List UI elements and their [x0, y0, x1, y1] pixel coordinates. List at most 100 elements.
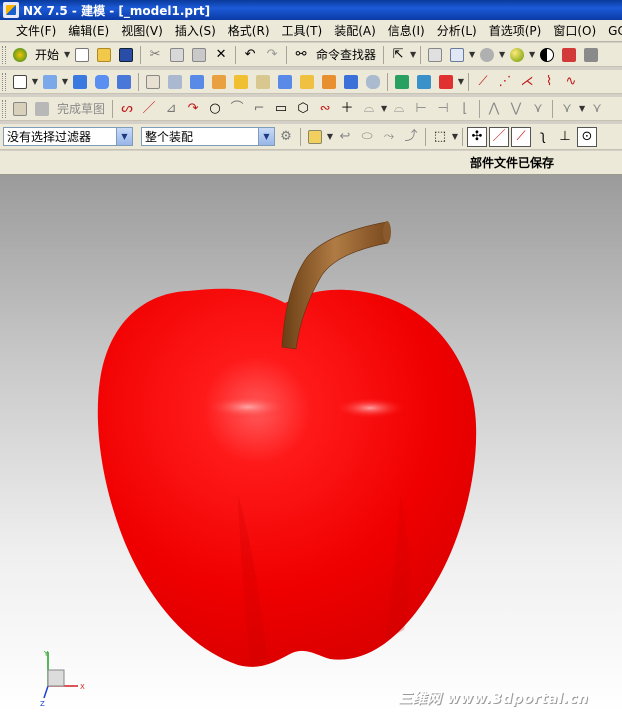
dropdown-icon[interactable]: ▼: [380, 104, 388, 113]
studio-spline-icon[interactable]: ∾: [315, 99, 335, 119]
rectangle-select-icon[interactable]: ⬚: [430, 127, 450, 147]
point-set-icon[interactable]: ⋰: [495, 72, 515, 92]
rectangle-icon[interactable]: ▭: [271, 99, 291, 119]
dropdown-icon[interactable]: ▼: [528, 50, 536, 59]
profile-icon[interactable]: ᔕ: [117, 99, 137, 119]
curve-network-icon[interactable]: ⋌: [517, 72, 537, 92]
curve-analysis-icon[interactable]: ⟋: [473, 72, 493, 92]
copy-icon[interactable]: [167, 45, 187, 65]
chevron-down-icon[interactable]: ▼: [116, 128, 132, 145]
command-finder-button[interactable]: 命令查找器: [313, 45, 379, 65]
menu-insert[interactable]: 插入(S): [169, 22, 222, 39]
delete-face-icon[interactable]: [436, 72, 456, 92]
undo-icon[interactable]: ↶: [240, 45, 260, 65]
snap-midpoint-icon[interactable]: ⟋: [511, 126, 531, 147]
gray-cube-icon[interactable]: [581, 45, 601, 65]
offset-curve-icon[interactable]: ⌓: [359, 99, 379, 119]
quick-trim-icon[interactable]: ⊢: [411, 99, 431, 119]
menu-analysis[interactable]: 分析(L): [431, 22, 483, 39]
fillet-icon[interactable]: ⌒: [227, 99, 247, 119]
dropdown-icon[interactable]: ▼: [498, 50, 506, 59]
cone-icon[interactable]: [114, 72, 134, 92]
snap-center-icon[interactable]: ⊙: [577, 126, 597, 147]
feature-rule-icon[interactable]: ⤴: [401, 127, 421, 147]
make-corner-icon[interactable]: ⌊: [455, 99, 475, 119]
curve-rule-icon[interactable]: ↩: [335, 127, 355, 147]
body-rule-icon[interactable]: ⤳: [379, 127, 399, 147]
sew-icon[interactable]: [363, 72, 383, 92]
finish-sketch-button[interactable]: 完成草图: [54, 99, 108, 119]
select-cursor-icon[interactable]: ⇱: [388, 45, 408, 65]
dropdown-icon[interactable]: ▼: [326, 132, 334, 141]
circle-icon[interactable]: ○: [205, 99, 225, 119]
dropdown-icon[interactable]: ▼: [31, 77, 39, 86]
thicken-icon[interactable]: [341, 72, 361, 92]
extrude-icon[interactable]: [40, 72, 60, 92]
pattern-icon[interactable]: [275, 72, 295, 92]
line-icon[interactable]: ／: [139, 99, 159, 119]
layer-settings-icon[interactable]: [425, 45, 445, 65]
menu-edit[interactable]: 编辑(E): [62, 22, 115, 39]
save-icon[interactable]: [116, 45, 136, 65]
arc-icon[interactable]: ⊿: [161, 99, 181, 119]
snap-endpoint-icon[interactable]: ✣: [467, 126, 487, 147]
menu-information[interactable]: 信息(I): [382, 22, 431, 39]
show-constraints-icon[interactable]: ⋎: [557, 99, 577, 119]
boolean-icon[interactable]: [143, 72, 163, 92]
assembly-filter-icon[interactable]: ⚙: [276, 127, 296, 147]
dropdown-icon[interactable]: ▼: [468, 50, 476, 59]
auto-constraint-icon[interactable]: ⋎: [528, 99, 548, 119]
snap-line-icon[interactable]: ／: [489, 126, 509, 147]
quick-extend-icon[interactable]: ⊣: [433, 99, 453, 119]
menu-format[interactable]: 格式(R): [222, 22, 276, 39]
chamfer-icon[interactable]: [187, 72, 207, 92]
menu-tools[interactable]: 工具(T): [276, 22, 329, 39]
new-sketch-icon[interactable]: [10, 72, 30, 92]
redo-icon[interactable]: ↷: [262, 45, 282, 65]
dropdown-icon[interactable]: ▼: [578, 104, 586, 113]
delete-icon[interactable]: ✕: [211, 45, 231, 65]
cut-icon[interactable]: ✂: [145, 45, 165, 65]
shaded-sphere-icon[interactable]: [507, 45, 527, 65]
constraint-icon[interactable]: ⋁: [506, 99, 526, 119]
start-button[interactable]: 开始: [32, 45, 62, 65]
shell-icon[interactable]: [209, 72, 229, 92]
edge-display-icon[interactable]: [537, 45, 557, 65]
menu-view[interactable]: 视图(V): [115, 22, 169, 39]
offset-face-icon[interactable]: [319, 72, 339, 92]
spline-icon[interactable]: ∿: [561, 72, 581, 92]
convert-reference-icon[interactable]: ⋎: [587, 99, 607, 119]
menu-preferences[interactable]: 首选项(P): [483, 22, 548, 39]
dropdown-icon[interactable]: ▼: [457, 77, 465, 86]
dimension-icon[interactable]: ⋀: [484, 99, 504, 119]
dropdown-icon[interactable]: ▼: [409, 50, 417, 59]
snap-tangent-icon[interactable]: ʅ: [533, 127, 553, 147]
sync-model-icon[interactable]: [392, 72, 412, 92]
arc-3pt-icon[interactable]: ↷: [183, 99, 203, 119]
point-icon[interactable]: ＋: [337, 99, 357, 119]
view-fit-icon[interactable]: [447, 45, 467, 65]
menu-window[interactable]: 窗口(O): [547, 22, 602, 39]
type-filter-select[interactable]: 没有选择过滤器 ▼: [3, 127, 133, 146]
red-cube-icon[interactable]: [559, 45, 579, 65]
snap-point-icon[interactable]: [305, 127, 325, 147]
face-rule-icon[interactable]: ⬭: [357, 127, 377, 147]
replace-face-icon[interactable]: [414, 72, 434, 92]
chevron-down-icon[interactable]: ▼: [258, 128, 274, 145]
snap-intersection-icon[interactable]: ⊥: [555, 127, 575, 147]
toolbar-grip[interactable]: [2, 99, 6, 118]
cylinder-icon[interactable]: [92, 72, 112, 92]
new-file-icon[interactable]: [72, 45, 92, 65]
menu-assemblies[interactable]: 装配(A): [328, 22, 382, 39]
menu-gc-tools[interactable]: GC工具: [602, 22, 622, 39]
block-icon[interactable]: [70, 72, 90, 92]
dropdown-icon[interactable]: ▼: [451, 132, 459, 141]
chamfer-sketch-icon[interactable]: ⌐: [249, 99, 269, 119]
sketch-tools-icon[interactable]: [10, 99, 30, 119]
graphics-viewport[interactable]: [0, 175, 622, 712]
selection-scope-select[interactable]: 整个装配 ▼: [141, 127, 275, 146]
open-folder-icon[interactable]: [94, 45, 114, 65]
trim-body-icon[interactable]: [253, 72, 273, 92]
polygon-icon[interactable]: ⬡: [293, 99, 313, 119]
start-dropdown-icon[interactable]: ▼: [63, 50, 71, 59]
